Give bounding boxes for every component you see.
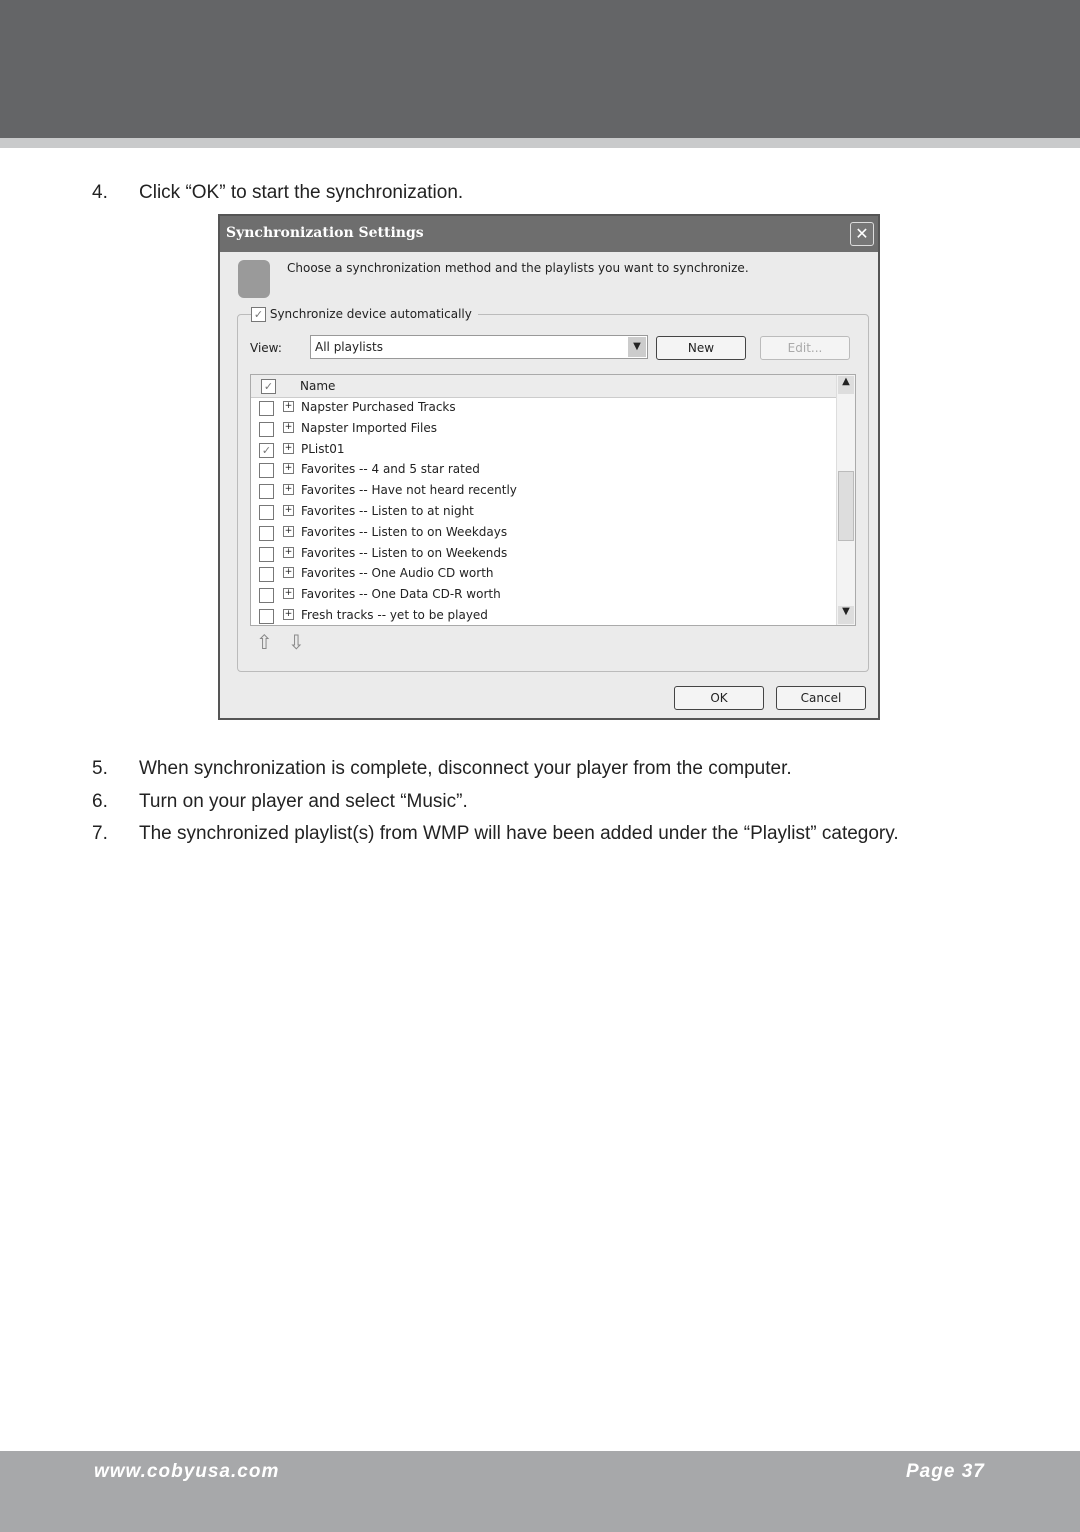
playlist-name: Napster Imported Files	[301, 420, 438, 435]
edit-button[interactable]: Edit...	[760, 336, 850, 360]
view-label: View:	[250, 341, 282, 355]
playlist-checkbox[interactable]	[259, 504, 274, 520]
playlist-name: Favorites -- One Audio CD worth	[301, 566, 494, 581]
playlist-name: Fresh tracks -- yet to be played	[301, 607, 488, 622]
expand-plus-icon[interactable]: +	[283, 504, 294, 516]
playlist-checkbox[interactable]	[259, 608, 274, 624]
step-7: 7. The synchronized playlist(s) from WMP …	[92, 823, 899, 845]
playlist-checkbox[interactable]	[259, 463, 274, 479]
playlist-checkbox[interactable]	[259, 421, 274, 437]
playlist-checkbox[interactable]	[259, 546, 274, 562]
move-down-arrow-icon[interactable]: ⇩	[288, 630, 305, 654]
playlist-rows: + Napster Purchased Tracks + Napster Import…	[251, 398, 855, 625]
website-link[interactable]: www.cobyusa.com	[94, 1461, 279, 1483]
playlist-name: Favorites -- Listen to on Weekdays	[301, 524, 508, 539]
playlist-name: Favorites -- Have not heard recently	[301, 483, 517, 498]
playlist-row[interactable]: + Fresh tracks -- yet to be played	[251, 606, 855, 625]
step-6: 6. Turn on your player and select “Music”…	[92, 791, 468, 813]
header-band	[0, 0, 1080, 138]
expand-plus-icon[interactable]: +	[283, 442, 294, 454]
footer: www.cobyusa.com Page 37	[0, 1451, 1080, 1532]
playlist-checkbox[interactable]	[259, 484, 274, 500]
step-text: When synchronization is complete, discon…	[139, 758, 792, 779]
list-header: ✓ Name	[251, 375, 855, 398]
playlist-name: Napster Purchased Tracks	[301, 400, 456, 414]
vertical-scrollbar[interactable]: ▲ ▼	[836, 375, 855, 625]
step-number: 7.	[92, 823, 108, 844]
header-stripe	[0, 138, 1080, 148]
expand-plus-icon[interactable]: +	[283, 608, 294, 620]
expand-plus-icon[interactable]: +	[283, 546, 294, 558]
move-up-arrow-icon[interactable]: ⇧	[256, 630, 273, 654]
manual-page: 4. Click “OK” to start the synchronizatio…	[0, 0, 1080, 1532]
step-number: 5.	[92, 758, 108, 779]
dialog-title: Synchronization Settings	[226, 225, 424, 241]
close-icon[interactable]: ✕	[850, 222, 874, 246]
step-number: 6.	[92, 791, 108, 812]
playlist-row[interactable]: + Favorites -- 4 and 5 star rated	[251, 460, 855, 481]
auto-sync-checkbox[interactable]: ✓ Synchronize device automatically	[251, 307, 478, 322]
playlist-checkbox[interactable]: ✓	[259, 442, 274, 458]
select-all-checkbox[interactable]: ✓	[261, 379, 276, 394]
expand-plus-icon[interactable]: +	[283, 463, 294, 475]
playlist-list: ✓ Name + Napster Purchased Tracks + Napster…	[250, 374, 856, 626]
device-sync-icon	[238, 260, 270, 298]
ok-button[interactable]: OK	[674, 686, 764, 710]
expand-plus-icon[interactable]: +	[283, 401, 294, 412]
view-value: All playlists	[315, 340, 383, 354]
expand-plus-icon[interactable]: +	[283, 525, 294, 537]
column-name-header[interactable]: Name	[300, 379, 335, 393]
expand-plus-icon[interactable]: +	[283, 484, 294, 496]
playlist-checkbox[interactable]	[259, 588, 274, 604]
playlist-row[interactable]: + Favorites -- Have not heard recently	[251, 481, 855, 502]
step-4: 4. Click “OK” to start the synchronizatio…	[92, 182, 463, 204]
scroll-thumb[interactable]	[838, 471, 854, 541]
step-text: Turn on your player and select “Music”.	[139, 791, 468, 812]
playlist-checkbox[interactable]	[259, 567, 274, 583]
playlist-row[interactable]: ✓ + PList01	[251, 440, 855, 461]
view-dropdown[interactable]: All playlists ▼	[310, 335, 648, 359]
expand-plus-icon[interactable]: +	[283, 567, 294, 579]
playlist-row[interactable]: + Favorites -- Listen to on Weekends	[251, 544, 855, 565]
page-number: Page 37	[906, 1461, 985, 1482]
instruction-text: Choose a synchronization method and the …	[287, 261, 749, 275]
playlist-name: Favorites -- 4 and 5 star rated	[301, 462, 480, 477]
playlist-checkbox[interactable]	[259, 401, 274, 416]
scroll-up-icon[interactable]: ▲	[838, 376, 854, 394]
playlist-checkbox[interactable]	[259, 525, 274, 541]
playlist-row[interactable]: + Favorites -- One Data CD-R worth	[251, 585, 855, 606]
cancel-button[interactable]: Cancel	[776, 686, 866, 710]
playlist-name: Favorites -- One Data CD-R worth	[301, 587, 501, 602]
synchronization-settings-dialog: Synchronization Settings ✕ Choose a sync…	[218, 214, 880, 720]
step-5: 5. When synchronization is complete, disc…	[92, 758, 792, 780]
scroll-down-icon[interactable]: ▼	[838, 606, 854, 624]
expand-plus-icon[interactable]: +	[283, 588, 294, 600]
step-number: 4.	[92, 182, 108, 203]
step-text: Click “OK” to start the synchronization.	[139, 182, 464, 203]
playlist-name: Favorites -- Listen to on Weekends	[301, 545, 508, 560]
playlist-name: Favorites -- Listen to at night	[301, 503, 474, 518]
expand-plus-icon[interactable]: +	[283, 421, 294, 433]
auto-sync-label: Synchronize device automatically	[269, 307, 472, 321]
playlist-row[interactable]: + Napster Imported Files	[251, 419, 855, 440]
playlist-name: PList01	[301, 441, 345, 456]
checkbox-checked[interactable]: ✓	[251, 307, 266, 322]
title-bar: Synchronization Settings ✕	[220, 216, 878, 252]
chevron-down-icon[interactable]: ▼	[628, 337, 646, 357]
playlist-row[interactable]: + Favorites -- One Audio CD worth	[251, 564, 855, 585]
playlist-row[interactable]: + Napster Purchased Tracks	[251, 398, 855, 419]
playlist-row[interactable]: + Favorites -- Listen to at night	[251, 502, 855, 523]
step-text: The synchronized playlist(s) from WMP wi…	[139, 823, 899, 844]
new-button[interactable]: New	[656, 336, 746, 360]
playlist-row[interactable]: + Favorites -- Listen to on Weekdays	[251, 523, 855, 544]
